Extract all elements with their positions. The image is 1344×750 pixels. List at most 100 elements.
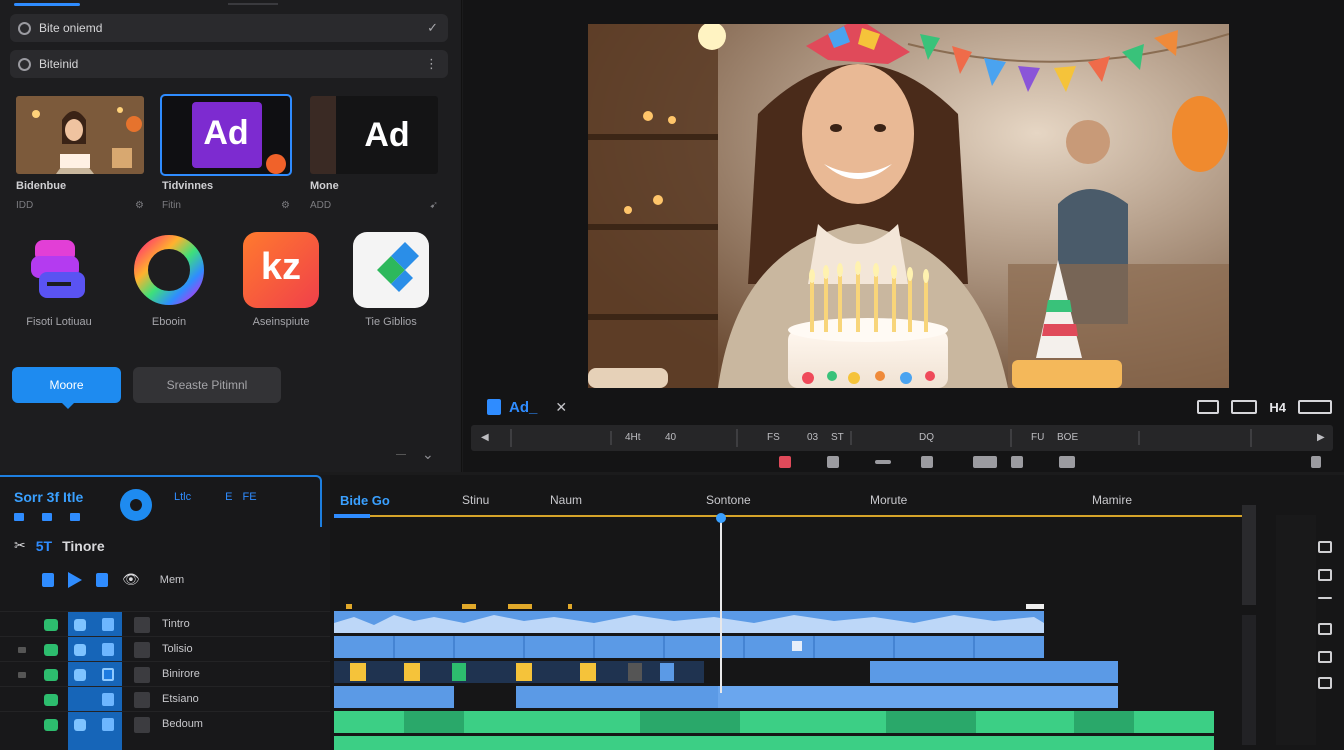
- timeline-tracks[interactable]: [334, 597, 1244, 750]
- bookmark-icon[interactable]: [96, 572, 108, 587]
- share-icon[interactable]: ➹: [430, 200, 438, 211]
- rail-tool-icon[interactable]: [1318, 541, 1332, 553]
- work-area-bar[interactable]: [334, 515, 1242, 517]
- scissors-icon[interactable]: ✂: [14, 537, 26, 554]
- header-icon-1[interactable]: [14, 513, 24, 521]
- layers-icon[interactable]: [973, 456, 997, 468]
- app-tile-1[interactable]: Fisoti Lotiuau: [14, 232, 104, 328]
- track-lock-icon[interactable]: [134, 642, 150, 658]
- timeline-scrollbar[interactable]: [1242, 505, 1256, 605]
- track-sync-icon[interactable]: [102, 718, 114, 731]
- track-sync-icon[interactable]: [102, 693, 114, 706]
- track-row[interactable]: Bedoum: [0, 711, 330, 736]
- track-lock-icon[interactable]: [134, 617, 150, 633]
- track-link-icon[interactable]: [74, 644, 86, 656]
- rewind-icon[interactable]: ◀: [481, 432, 489, 443]
- track-visibility-icon[interactable]: [44, 644, 58, 656]
- primary-action-button[interactable]: Moore: [12, 367, 121, 409]
- template-thumbnail-party[interactable]: [16, 96, 144, 174]
- timeline-scrollbar-track[interactable]: [1242, 615, 1256, 745]
- header-meta-2[interactable]: E: [225, 491, 232, 503]
- app-tile-4[interactable]: Tie Giblios: [346, 232, 436, 328]
- playhead-handle[interactable]: [716, 513, 726, 523]
- snapshot-icon[interactable]: [827, 456, 839, 468]
- template-card-2-title: Tidvinnes: [162, 180, 214, 192]
- track-visibility-icon[interactable]: [44, 719, 58, 731]
- search-field-secondary[interactable]: Biteinid ⋮: [10, 50, 448, 78]
- rail-tool-icon[interactable]: [1318, 677, 1332, 689]
- account-icon[interactable]: [120, 489, 152, 521]
- preview-label[interactable]: Ad_: [509, 399, 537, 416]
- minus-icon[interactable]: [875, 460, 891, 464]
- track-sync-icon[interactable]: [102, 643, 114, 656]
- play-icon[interactable]: [68, 571, 82, 588]
- record-icon[interactable]: [779, 456, 791, 468]
- header-meta-1[interactable]: Ltlc: [174, 491, 191, 503]
- caption-icon[interactable]: [1197, 399, 1220, 414]
- track-lock-icon[interactable]: [134, 717, 150, 733]
- secondary-action-button[interactable]: Sreaste Pitimnl: [133, 367, 281, 403]
- header-icon-2[interactable]: [42, 513, 52, 521]
- track-link-icon[interactable]: [74, 719, 86, 731]
- rail-tool-icon[interactable]: [1318, 651, 1332, 663]
- rail-tool-icon[interactable]: [1318, 597, 1332, 599]
- track-row[interactable]: Etsiano: [0, 686, 330, 711]
- track-visibility-icon[interactable]: [44, 694, 58, 706]
- template-card-3-title: Mone: [310, 180, 339, 192]
- template-thumbnail-ad-selected[interactable]: Ad: [160, 94, 292, 176]
- eye-icon[interactable]: 👁: [122, 571, 140, 588]
- crop-icon[interactable]: [921, 456, 933, 468]
- track-row[interactable]: Binirore: [0, 661, 330, 686]
- timeline-ruler[interactable]: Bide Go Stinu Naum Sontone Morute Mamire: [334, 489, 1262, 515]
- chevron-down-icon[interactable]: ⌄: [422, 446, 434, 463]
- step-back-icon[interactable]: [42, 572, 54, 587]
- preview-scrubber[interactable]: ◀ 4Ht 40 FS 03 ST DQ FU BOE ▶: [471, 425, 1333, 451]
- sequence-number: 5T: [35, 537, 53, 554]
- aspect-ratio-icon[interactable]: [1231, 399, 1258, 414]
- header-meta-3[interactable]: FE: [242, 491, 256, 503]
- media-type-icon[interactable]: [487, 399, 501, 415]
- party-thumbnail-image: [16, 96, 144, 174]
- settings-icon[interactable]: ⚙: [135, 200, 144, 211]
- header-icon-3[interactable]: [70, 513, 80, 521]
- track-link-icon[interactable]: [74, 669, 86, 681]
- scrub-label-1: 4Ht: [625, 432, 641, 443]
- track-lock-icon[interactable]: [134, 692, 150, 708]
- template-thumbnail-ad[interactable]: Ad: [310, 96, 438, 174]
- work-area-start[interactable]: [334, 514, 370, 518]
- pen-icon[interactable]: [1059, 456, 1075, 468]
- birthday-video-frame: [588, 24, 1229, 388]
- track-sync-icon[interactable]: [102, 618, 114, 631]
- track-visibility-icon[interactable]: [44, 669, 58, 681]
- settings-icon[interactable]: ⚙: [281, 200, 290, 211]
- ruler-label: Bide Go: [340, 493, 390, 508]
- template-card-2[interactable]: Ad Tidvinnes Fitin ⚙: [160, 94, 292, 211]
- timeline-panel: Sorr 3f Itle Ltlc E FE ✂ 5T Tinore 👁 Mem: [0, 475, 1344, 750]
- timeline-header-icons: [14, 513, 80, 521]
- text-icon[interactable]: [1011, 456, 1023, 468]
- close-icon[interactable]: ✕: [555, 399, 567, 416]
- track-row[interactable]: Tintro: [0, 611, 330, 636]
- track-lock-icon[interactable]: [134, 667, 150, 683]
- forward-icon[interactable]: ▶: [1317, 432, 1325, 443]
- fullscreen-icon[interactable]: [1298, 399, 1332, 414]
- split-icon[interactable]: [1311, 456, 1321, 468]
- track-row[interactable]: Tolisio: [0, 636, 330, 661]
- quality-label[interactable]: H4: [1269, 400, 1286, 415]
- track-sync-icon[interactable]: [102, 668, 114, 681]
- template-card-1[interactable]: Bidenbue IDD ⚙: [16, 96, 144, 211]
- rail-tool-icon[interactable]: [1318, 569, 1332, 581]
- app-tile-2[interactable]: Ebooin: [124, 232, 214, 328]
- app-tile-3[interactable]: kz Aseinspiute: [236, 232, 326, 328]
- track-link-icon[interactable]: [74, 619, 86, 631]
- video-preview[interactable]: [588, 24, 1229, 388]
- search-field-primary[interactable]: Bite oniemd ✓: [10, 14, 448, 42]
- more-icon[interactable]: ⋮: [425, 56, 438, 72]
- active-tab-indicator: [14, 3, 80, 6]
- rail-tool-icon[interactable]: [1318, 623, 1332, 635]
- playhead[interactable]: [720, 515, 722, 693]
- track-name: Bedoum: [162, 718, 203, 730]
- template-card-3[interactable]: Ad Mone ADD ➹: [310, 96, 438, 211]
- checkmark-icon[interactable]: ✓: [427, 20, 438, 36]
- track-visibility-icon[interactable]: [44, 619, 58, 631]
